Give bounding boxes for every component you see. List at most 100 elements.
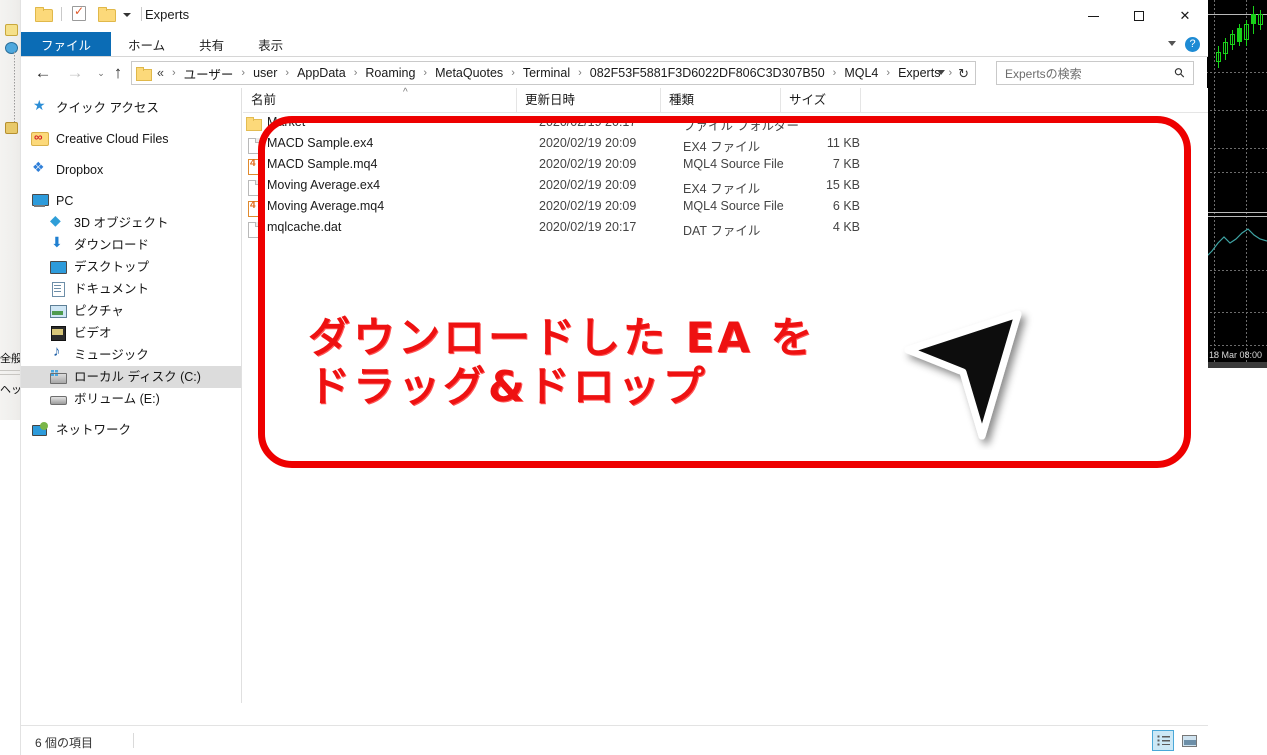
ribbon-underline [21,56,1208,57]
address-dropdown-caret-icon[interactable] [937,70,945,75]
table-row[interactable]: Moving Average.ex4 2020/02/19 20:09 EX4 … [243,176,1208,197]
qat-divider-2 [141,6,142,21]
mt4-tab-header[interactable]: ヘッ [0,381,22,397]
sidebar-item-dropbox[interactable]: Dropbox [21,159,241,181]
quick-access-toolbar [29,4,146,22]
mt4-chart-edge [1206,362,1267,368]
desktop-icon [49,259,67,275]
expand-ribbon-caret-icon[interactable] [1168,41,1176,46]
breadcrumb-user[interactable]: user [251,66,279,80]
file-size: 6 KB [832,199,860,213]
sidebar-item-music[interactable]: ミュージック [21,343,241,366]
ribbon-tab-bar: ファイル ホーム 共有 表示 ? [21,32,1208,57]
file-type: MQL4 Source File [683,199,784,213]
creative-cloud-icon [31,130,49,146]
back-button[interactable]: ← [31,61,55,85]
file-type: DAT ファイル [683,224,761,238]
tab-view[interactable]: 表示 [241,32,300,57]
mt4-tab-general[interactable]: 全般 [0,350,22,366]
sidebar-item-label: ネットワーク [56,423,132,437]
status-bar: 6 個の項目 [21,725,1208,755]
mq4-file-icon [246,200,262,217]
volume-disk-icon [49,391,67,407]
sidebar-item-documents[interactable]: ドキュメント [21,278,241,300]
sidebar-item-label: ミュージック [74,348,149,362]
breadcrumb-experts[interactable]: Experts [896,66,942,80]
file-date: 2020/02/19 20:09 [539,157,637,171]
3d-objects-icon [49,212,67,231]
window-controls: ✕ [1070,0,1208,32]
sidebar-item-label: ドキュメント [74,282,150,296]
sidebar-item-label: ピクチャ [74,304,124,318]
file-type: EX4 ファイル [683,182,761,196]
column-header-size[interactable]: サイズ [781,88,861,112]
sidebar-item-desktop[interactable]: デスクトップ [21,256,241,278]
mt4-tree-lines [14,52,15,127]
search-box[interactable]: Expertsの検索 ⚲ [996,61,1194,85]
videos-icon [49,325,67,341]
file-type: MQL4 Source File [683,157,784,171]
breadcrumb-instance-guid[interactable]: 082F53F5881F3D6022DF806C3D307B50 [588,66,827,80]
sidebar-item-pc[interactable]: PC [21,190,241,212]
table-row[interactable]: mqlcache.dat 2020/02/19 20:17 DAT ファイル 4… [243,218,1208,239]
search-input[interactable]: Expertsの検索 [1005,65,1175,82]
new-folder-icon[interactable] [98,7,116,22]
maximize-button[interactable] [1116,0,1162,32]
table-row[interactable]: Moving Average.mq4 2020/02/19 20:09 MQL4… [243,197,1208,218]
minimize-button[interactable] [1070,0,1116,32]
refresh-icon[interactable]: ↻ [958,66,969,82]
breadcrumb-metaquotes[interactable]: MetaQuotes [433,66,505,80]
column-header-type[interactable]: 種類 [661,88,781,112]
file-name: Moving Average.ex4 [267,178,381,192]
breadcrumb-sep: › [511,67,515,79]
file-name: mqlcache.dat [267,220,342,234]
address-breadcrumb-bar[interactable]: « › ユーザー › user › AppData › Roaming › Me… [131,61,976,85]
mt4-ea-icon [5,42,18,54]
sidebar-item-3d-objects[interactable]: 3D オブジェクト [21,212,241,234]
properties-icon[interactable] [72,4,86,21]
customize-qat-caret-icon[interactable] [123,12,131,17]
network-icon [31,422,49,438]
file-icon [246,221,261,238]
sidebar-item-pictures[interactable]: ピクチャ [21,300,241,322]
file-icon [246,137,261,154]
tab-home[interactable]: ホーム [111,32,182,57]
sidebar-item-local-disk-c[interactable]: ローカル ディスク (C:) [21,366,241,388]
sidebar-item-label: Dropbox [56,163,104,177]
sidebar-item-label: ダウンロード [74,238,150,252]
up-button[interactable]: ↑ [106,61,130,85]
breadcrumb-users[interactable]: ユーザー [182,64,236,83]
sidebar-item-creative-cloud-files[interactable]: Creative Cloud Files [21,128,241,150]
table-row[interactable]: MACD Sample.mq4 2020/02/19 20:09 MQL4 So… [243,155,1208,176]
table-row[interactable]: Market 2020/02/19 20:17 ファイル フォルダー [243,113,1208,134]
table-row[interactable]: MACD Sample.ex4 2020/02/19 20:09 EX4 ファイ… [243,134,1208,155]
pc-icon [31,193,49,209]
close-button[interactable]: ✕ [1162,0,1208,32]
pictures-icon [49,303,67,319]
status-divider [133,733,134,748]
breadcrumb-appdata[interactable]: AppData [295,66,348,80]
help-icon[interactable]: ? [1185,37,1200,52]
sidebar-item-videos[interactable]: ビデオ [21,322,241,344]
tab-file[interactable]: ファイル [21,32,112,57]
sidebar-item-label: ビデオ [74,326,112,340]
breadcrumb-roaming[interactable]: Roaming [363,66,417,80]
breadcrumb-terminal[interactable]: Terminal [521,66,572,80]
explorer-folder-icon[interactable] [35,7,53,22]
column-header-date[interactable]: 更新日時 [517,88,661,112]
tab-share[interactable]: 共有 [182,32,241,57]
music-icon [49,343,67,363]
sidebar-item-volume-e[interactable]: ボリューム (E:) [21,388,241,410]
file-name: Market [267,115,306,129]
breadcrumb-mql4[interactable]: MQL4 [842,66,880,80]
sidebar-item-network[interactable]: ネットワーク [21,419,241,441]
sidebar-item-downloads[interactable]: ダウンロード [21,234,241,256]
forward-button[interactable]: → [63,61,87,85]
column-header-name[interactable]: 名前 [243,88,517,112]
details-view-button[interactable] [1152,730,1174,751]
dropbox-icon [31,159,49,178]
mt4-indicator-line [1206,228,1267,258]
large-icons-view-button[interactable] [1178,730,1200,751]
breadcrumb-root-prefix[interactable]: « [155,66,166,80]
sidebar-item-quick-access[interactable]: クイック アクセス [21,97,241,119]
